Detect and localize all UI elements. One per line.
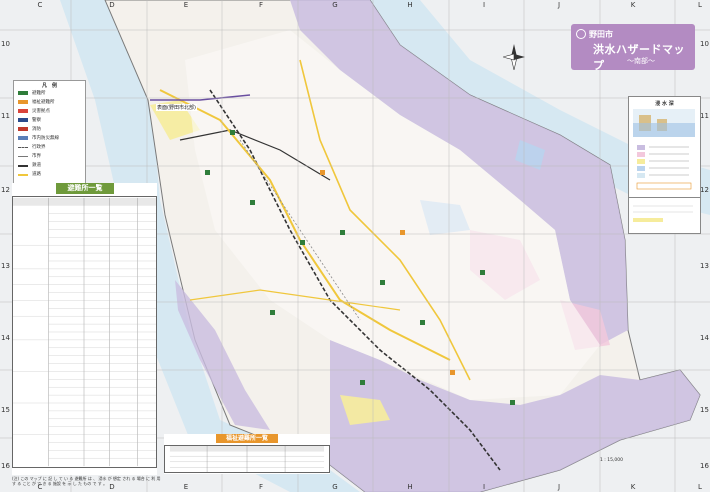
city-boundary-icon: [18, 156, 28, 157]
legend-item: 市界: [18, 153, 82, 159]
row-label: 12: [700, 186, 709, 194]
welfare-table: [164, 445, 330, 473]
col-label: G: [332, 483, 338, 491]
shelter-marker[interactable]: [380, 280, 385, 285]
legend-item: 災害拠点: [18, 108, 82, 114]
row-label: 13: [700, 262, 709, 270]
row-label: 15: [1, 406, 10, 414]
legend-item: 鉄道: [18, 162, 82, 168]
col-label: I: [482, 483, 486, 491]
row-label: 12: [1, 186, 10, 194]
police-icon: [18, 118, 28, 122]
footnote: (注) この マップ に 記 し て い る 避難所 は 、 浸水 が 想定 さ…: [12, 476, 161, 486]
scale-bar: 1 : 15,000: [600, 458, 623, 463]
place-label-north: 表面(野田市北部): [156, 104, 197, 111]
legend-item: 消防: [18, 126, 82, 132]
welfare-list-title: 福祉避難所一覧: [216, 434, 278, 443]
welfare-marker[interactable]: [450, 370, 455, 375]
col-label: E: [183, 483, 189, 491]
shelter-marker[interactable]: [205, 170, 210, 175]
col-label: J: [557, 483, 561, 491]
evacuation-list-title: 避難所一覧: [56, 183, 114, 194]
row-label: 10: [700, 40, 709, 48]
row-label: 11: [700, 112, 709, 120]
welfare-list-panel: 福祉避難所一覧: [164, 434, 330, 474]
flood-depth-legend: 浸 水 深: [628, 96, 701, 198]
col-label: K: [630, 1, 636, 9]
inset-note-lines: [633, 205, 693, 222]
row-label: 10: [1, 40, 10, 48]
legend-item: 警察: [18, 117, 82, 123]
column-labels-top: C D E F G H I J K L: [0, 1, 710, 10]
map-subtitle: 〜南部〜: [627, 57, 655, 65]
legend-item: 避難所: [18, 90, 82, 96]
row-label: 16: [700, 462, 709, 470]
shelter-marker[interactable]: [340, 230, 345, 235]
railway-icon: [18, 165, 28, 167]
col-label: H: [407, 483, 413, 491]
legend-item: 行政界: [18, 144, 82, 150]
disaster-base-icon: [18, 109, 28, 113]
row-labels-right: 10 11 12 13 14 15 16: [699, 0, 709, 492]
map-legend: 凡 例 避難所 福祉避難所 災害拠点 警察 消防 市内防災無線 行政界 市界 鉄…: [13, 80, 86, 184]
shelter-marker[interactable]: [420, 320, 425, 325]
row-label: 16: [1, 462, 10, 470]
boundary-line-icon: [18, 147, 28, 148]
row-label: 15: [700, 406, 709, 414]
compass-icon: [503, 44, 525, 70]
welfare-marker[interactable]: [400, 230, 405, 235]
welfare-shelter-icon: [18, 100, 28, 104]
col-label: K: [630, 483, 636, 491]
city-name: 野田市: [589, 30, 613, 39]
radio-icon: [18, 136, 28, 140]
col-label: D: [109, 1, 115, 9]
fire-station-icon: [18, 127, 28, 131]
row-labels-left: 10 11 12 13 14 15 16: [0, 0, 10, 492]
hazard-map-page: C D E F G H I J K L C D E F G H I J K L …: [0, 0, 710, 492]
col-label: H: [407, 1, 413, 9]
flood-depth-diagram: [633, 109, 695, 190]
legend-item: 道路: [18, 171, 82, 177]
welfare-marker[interactable]: [320, 170, 325, 175]
shelter-marker[interactable]: [300, 240, 305, 245]
road-icon: [18, 174, 28, 176]
shelter-marker[interactable]: [510, 400, 515, 405]
shelter-marker[interactable]: [250, 200, 255, 205]
evacuation-list-panel: 避難所一覧: [12, 183, 157, 475]
shelter-marker[interactable]: [360, 380, 365, 385]
row-label: 11: [1, 112, 10, 120]
col-label: F: [258, 483, 264, 491]
col-label: I: [482, 1, 486, 9]
legend-item: 福祉避難所: [18, 99, 82, 105]
shelter-marker[interactable]: [270, 310, 275, 315]
legend-item: 市内防災無線: [18, 135, 82, 141]
row-label: 13: [1, 262, 10, 270]
col-label: E: [183, 1, 189, 9]
col-label: G: [332, 1, 338, 9]
row-label: 14: [1, 334, 10, 342]
map-title-box: 野田市 洪水ハザードマップ 〜南部〜: [571, 24, 695, 72]
legend-title: 凡 例: [41, 83, 57, 89]
shelter-marker[interactable]: [230, 130, 235, 135]
city-logo-icon: [576, 29, 586, 39]
col-label: C: [37, 1, 43, 9]
evacuation-table: [12, 196, 157, 468]
col-label: J: [557, 1, 561, 9]
row-label: 14: [700, 334, 709, 342]
col-label: F: [258, 1, 264, 9]
flood-depth-title: 浸 水 深: [655, 101, 674, 107]
evacuation-shelter-icon: [18, 91, 28, 95]
shelter-marker[interactable]: [480, 270, 485, 275]
flood-depth-note: [628, 197, 701, 234]
